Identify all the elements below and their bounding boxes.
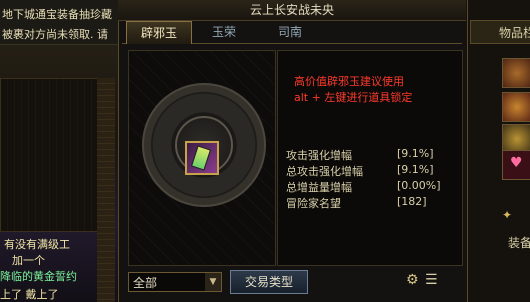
inventory-tab[interactable]: 物品栏: [470, 20, 530, 44]
jade-card-icon[interactable]: [185, 141, 219, 175]
gear-icon[interactable]: ⚙: [406, 272, 422, 288]
chat-line-3: 降临的黄金誓约: [0, 270, 77, 283]
stat-value: [182]: [397, 195, 427, 208]
equip-tab-label[interactable]: 装备: [508, 234, 530, 252]
notice-line-2: alt + 左键进行道具锁定: [294, 91, 413, 104]
inventory-slot[interactable]: [502, 92, 530, 122]
stat-label: 攻击强化增幅: [286, 149, 352, 162]
stat-value: [9.1%]: [397, 163, 434, 176]
stat-label: 冒险家名望: [286, 197, 341, 210]
tab-yurong[interactable]: 玉荣: [192, 21, 256, 43]
inventory-tab-label: 物品栏: [499, 26, 530, 40]
chat-line-4: 上了 戴上了: [0, 288, 59, 301]
chat-line-1: 有没有满级工: [4, 238, 70, 251]
chat-line-2: 加一个: [12, 254, 45, 267]
chevron-down-icon[interactable]: ▼: [205, 273, 221, 291]
left-inventory-panel: [0, 78, 98, 232]
inventory-slot[interactable]: [502, 58, 530, 88]
tab-sinan[interactable]: 司南: [258, 21, 322, 43]
heart-icon: ♥: [510, 155, 523, 171]
trade-type-button[interactable]: 交易类型: [230, 270, 308, 294]
filter-select[interactable]: 全部 ▼: [128, 272, 222, 292]
left-notice-line-1: 地下城通宝装备抽珍藏: [2, 8, 112, 21]
inventory-slot[interactable]: ♥: [502, 150, 530, 180]
tab-bixieyu[interactable]: 辟邪玉: [126, 21, 192, 44]
dialog-title: 云上长安战未央: [118, 0, 466, 21]
stat-label: 总增益量增幅: [286, 181, 352, 194]
list-icon[interactable]: ☰: [425, 272, 443, 288]
dialog-tabs: 辟邪玉 玉荣 司南: [122, 21, 462, 44]
notice-line-1: 高价值辟邪玉建议使用: [294, 75, 404, 88]
stat-value: [9.1%]: [397, 147, 434, 160]
jade-info-panel: 高价值辟邪玉建议使用 alt + 左键进行道具锁定 攻击强化增幅 [9.1%] …: [277, 50, 463, 266]
jade-socket-artwork: [128, 50, 276, 266]
filter-value: 全部: [133, 276, 158, 290]
stat-label: 总攻击强化增幅: [286, 165, 363, 178]
stat-value: [0.00%]: [397, 179, 441, 192]
star-icon[interactable]: ✦: [502, 208, 516, 224]
left-notice-line-2: 被裹对方尚未领取. 请: [2, 28, 108, 41]
left-decorative-rail: [97, 78, 115, 302]
